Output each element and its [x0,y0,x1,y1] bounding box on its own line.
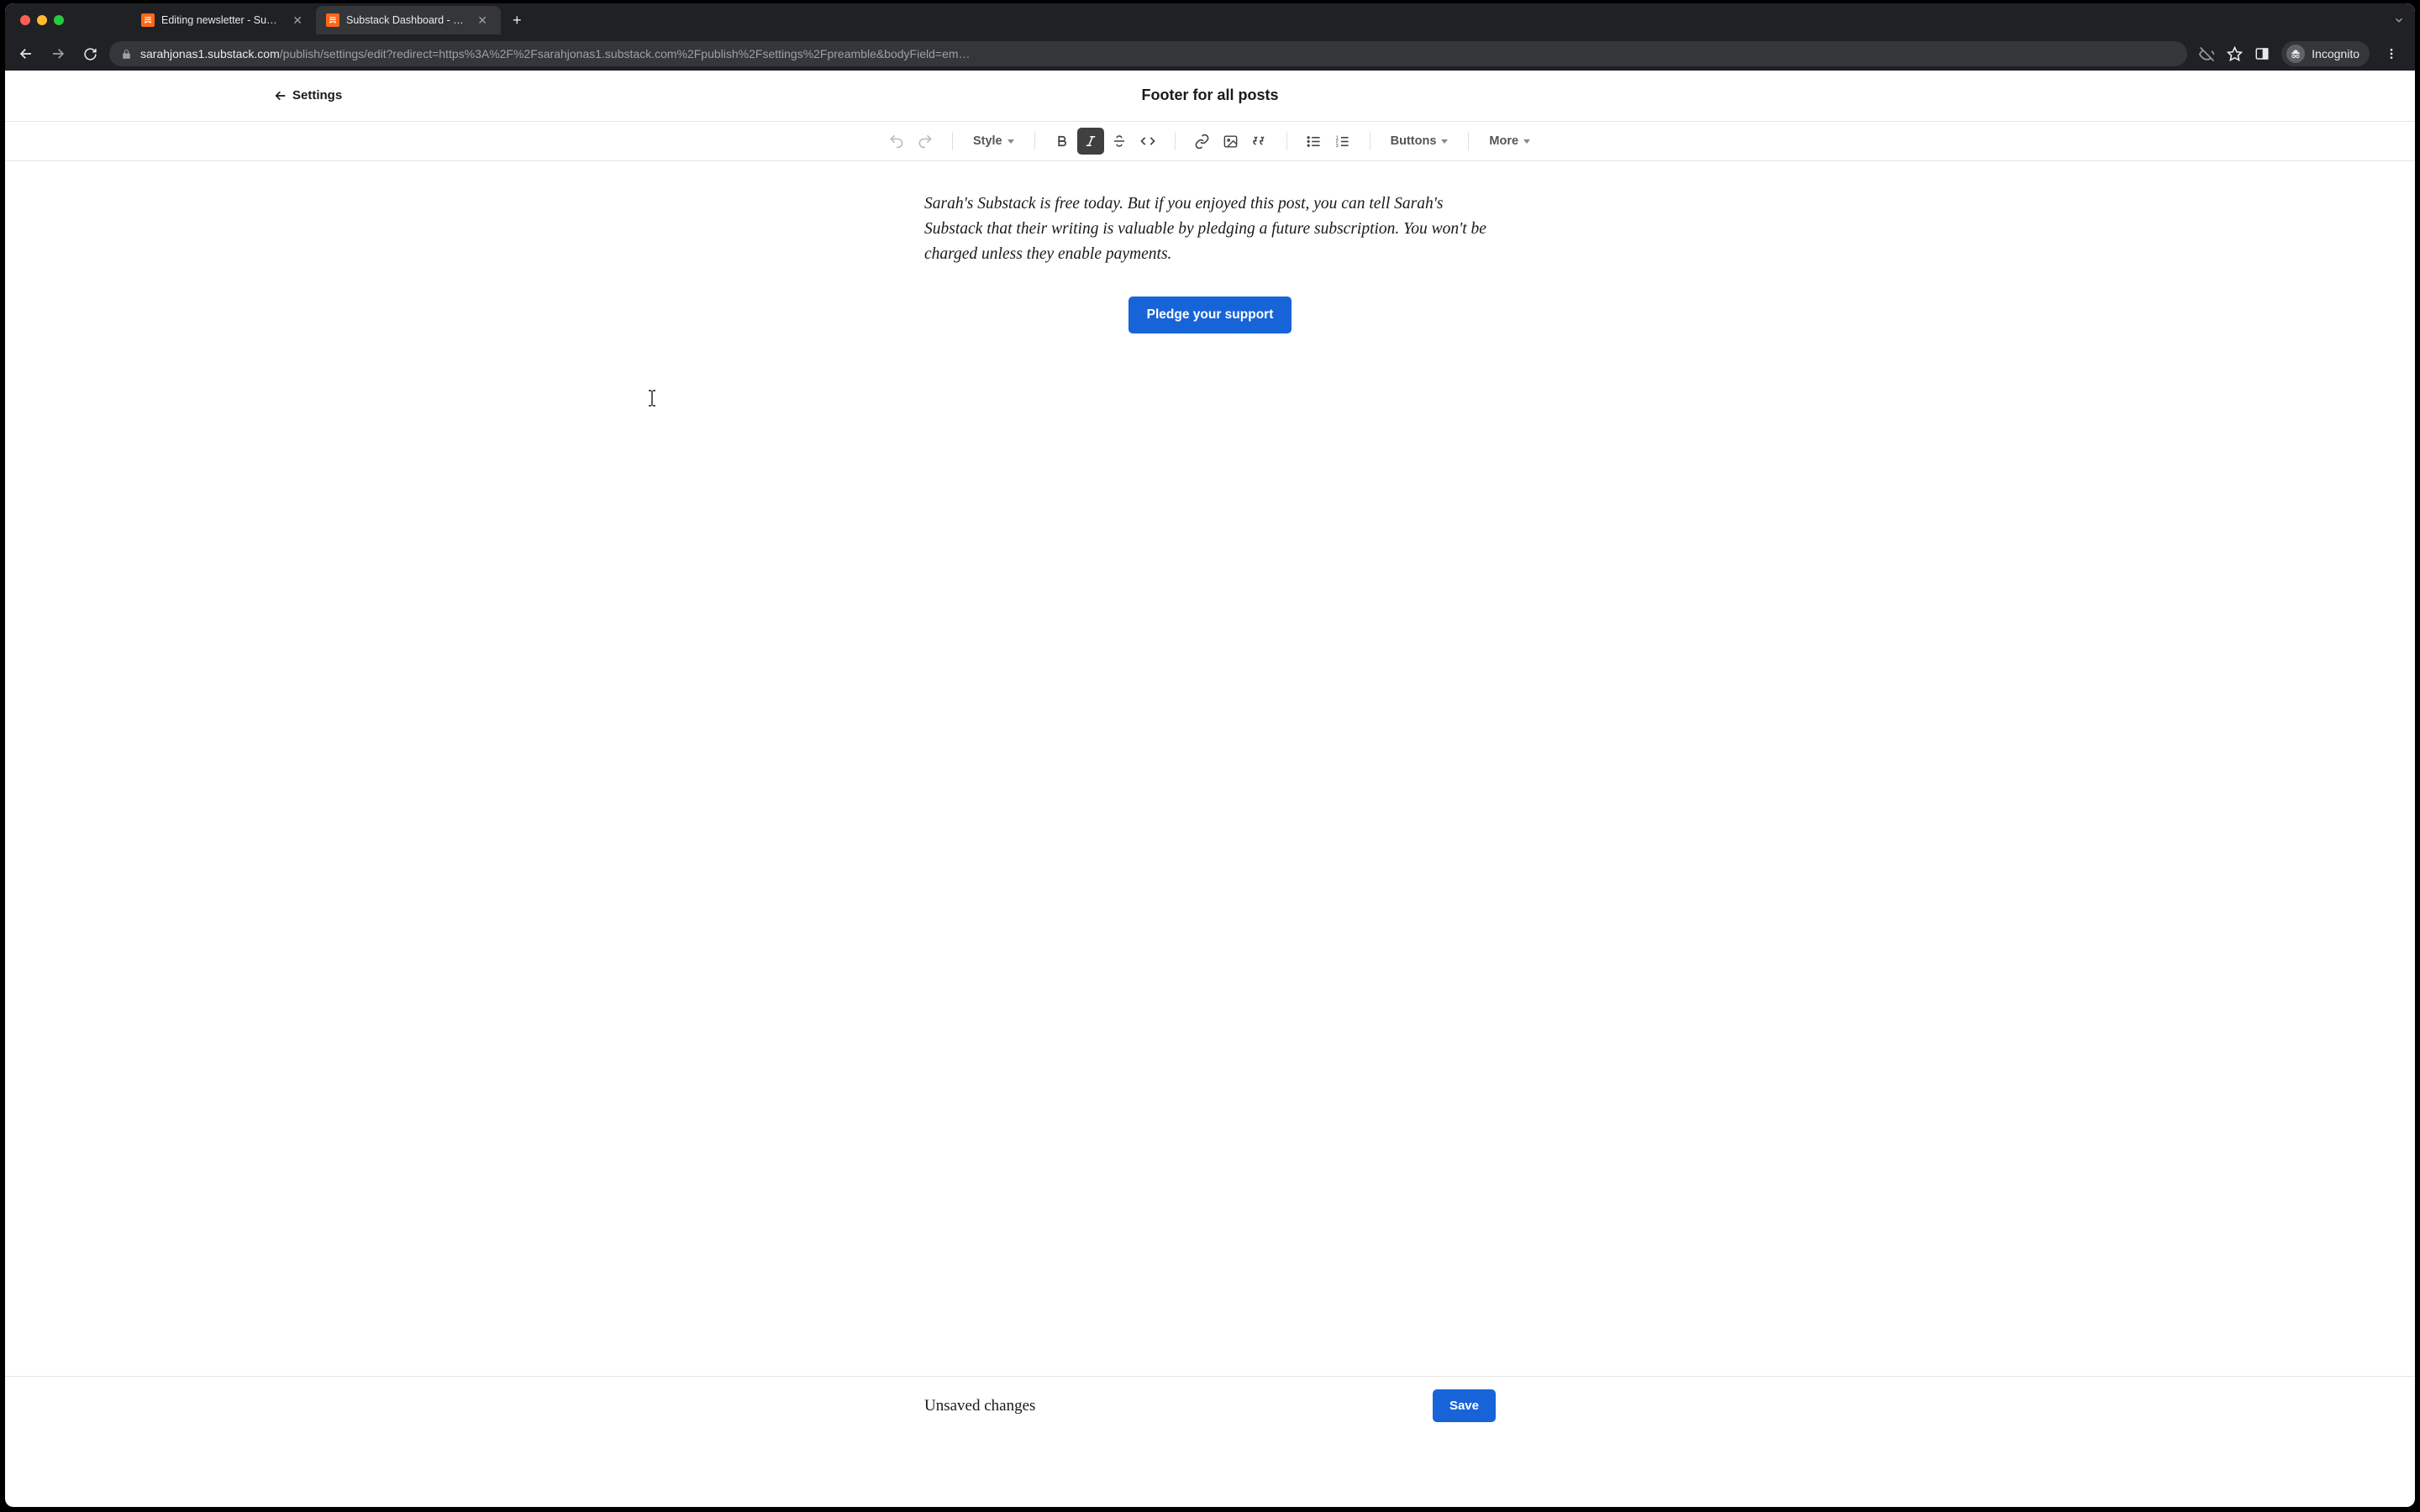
bold-button[interactable] [1049,128,1076,155]
tabs-dropdown-icon[interactable] [2393,14,2405,26]
italic-button[interactable] [1077,128,1104,155]
chevron-down-icon [1523,139,1530,144]
substack-favicon [141,13,155,27]
editor-toolbar: Style [5,121,2415,161]
tab-title: Editing newsletter - Substack [161,14,282,26]
incognito-label: Incognito [2312,47,2360,60]
buttons-dropdown[interactable]: Buttons [1384,128,1455,155]
bookmark-star-icon[interactable] [2227,46,2243,62]
close-tab-icon[interactable]: ✕ [289,13,306,28]
tab-editing-newsletter[interactable]: Editing newsletter - Substack ✕ [131,6,316,34]
pledge-support-button[interactable]: Pledge your support [1128,297,1292,333]
page-content: Settings Footer for all posts Style [5,71,2415,333]
close-tab-icon[interactable]: ✕ [474,13,491,28]
eye-off-icon[interactable] [2199,46,2215,62]
address-bar-actions: Incognito [2194,41,2407,66]
address-bar: sarahjonas1.substack.com/publish/setting… [5,37,2415,71]
numbered-list-button[interactable]: 123 [1329,128,1356,155]
kebab-menu-icon[interactable] [2381,47,2402,60]
browser-chrome: Editing newsletter - Substack ✕ Substack… [5,3,2415,71]
chevron-down-icon [1441,139,1448,144]
page-header: Settings Footer for all posts [5,71,2415,121]
redo-button[interactable] [912,128,939,155]
tab-substack-dashboard[interactable]: Substack Dashboard - Sarah's ✕ [316,6,501,34]
url-text: sarahjonas1.substack.com/publish/setting… [140,47,2175,60]
save-bar: Unsaved changes Save [5,1376,2415,1435]
lock-icon [121,49,132,60]
panel-icon[interactable] [2254,46,2270,61]
unsaved-status: Unsaved changes [924,1397,1035,1415]
blockquote-button[interactable] [1246,128,1273,155]
svg-text:3: 3 [1336,143,1339,148]
nav-forward-button[interactable] [45,41,71,66]
code-button[interactable] [1134,128,1161,155]
tabs: Editing newsletter - Substack ✕ Substack… [131,3,534,37]
maximize-window-button[interactable] [54,15,64,25]
style-dropdown[interactable]: Style [966,128,1021,155]
page-title: Footer for all posts [1141,87,1278,104]
back-link-label: Settings [292,88,342,102]
footer-paragraph[interactable]: Sarah's Substack is free today. But if y… [924,192,1496,268]
tab-bar: Editing newsletter - Substack ✕ Substack… [5,3,2415,37]
back-to-settings-link[interactable]: Settings [274,88,342,102]
close-window-button[interactable] [20,15,30,25]
strikethrough-button[interactable] [1106,128,1133,155]
undo-button[interactable] [883,128,910,155]
reload-button[interactable] [77,41,103,66]
url-field[interactable]: sarahjonas1.substack.com/publish/setting… [109,41,2187,66]
minimize-window-button[interactable] [37,15,47,25]
window-controls [20,15,64,25]
substack-favicon [326,13,339,27]
incognito-icon [2286,45,2305,63]
more-dropdown[interactable]: More [1482,128,1537,155]
tab-title: Substack Dashboard - Sarah's [346,14,467,26]
chevron-down-icon [1007,139,1014,144]
incognito-badge[interactable]: Incognito [2281,41,2370,66]
new-tab-button[interactable]: + [501,12,534,29]
nav-back-button[interactable] [13,41,39,66]
text-cursor-icon [647,390,657,407]
bullet-list-button[interactable] [1301,128,1328,155]
image-button[interactable] [1218,128,1244,155]
editor-body[interactable]: Sarah's Substack is free today. But if y… [908,192,1512,333]
arrow-left-icon [274,89,287,102]
link-button[interactable] [1189,128,1216,155]
save-button[interactable]: Save [1433,1389,1496,1422]
